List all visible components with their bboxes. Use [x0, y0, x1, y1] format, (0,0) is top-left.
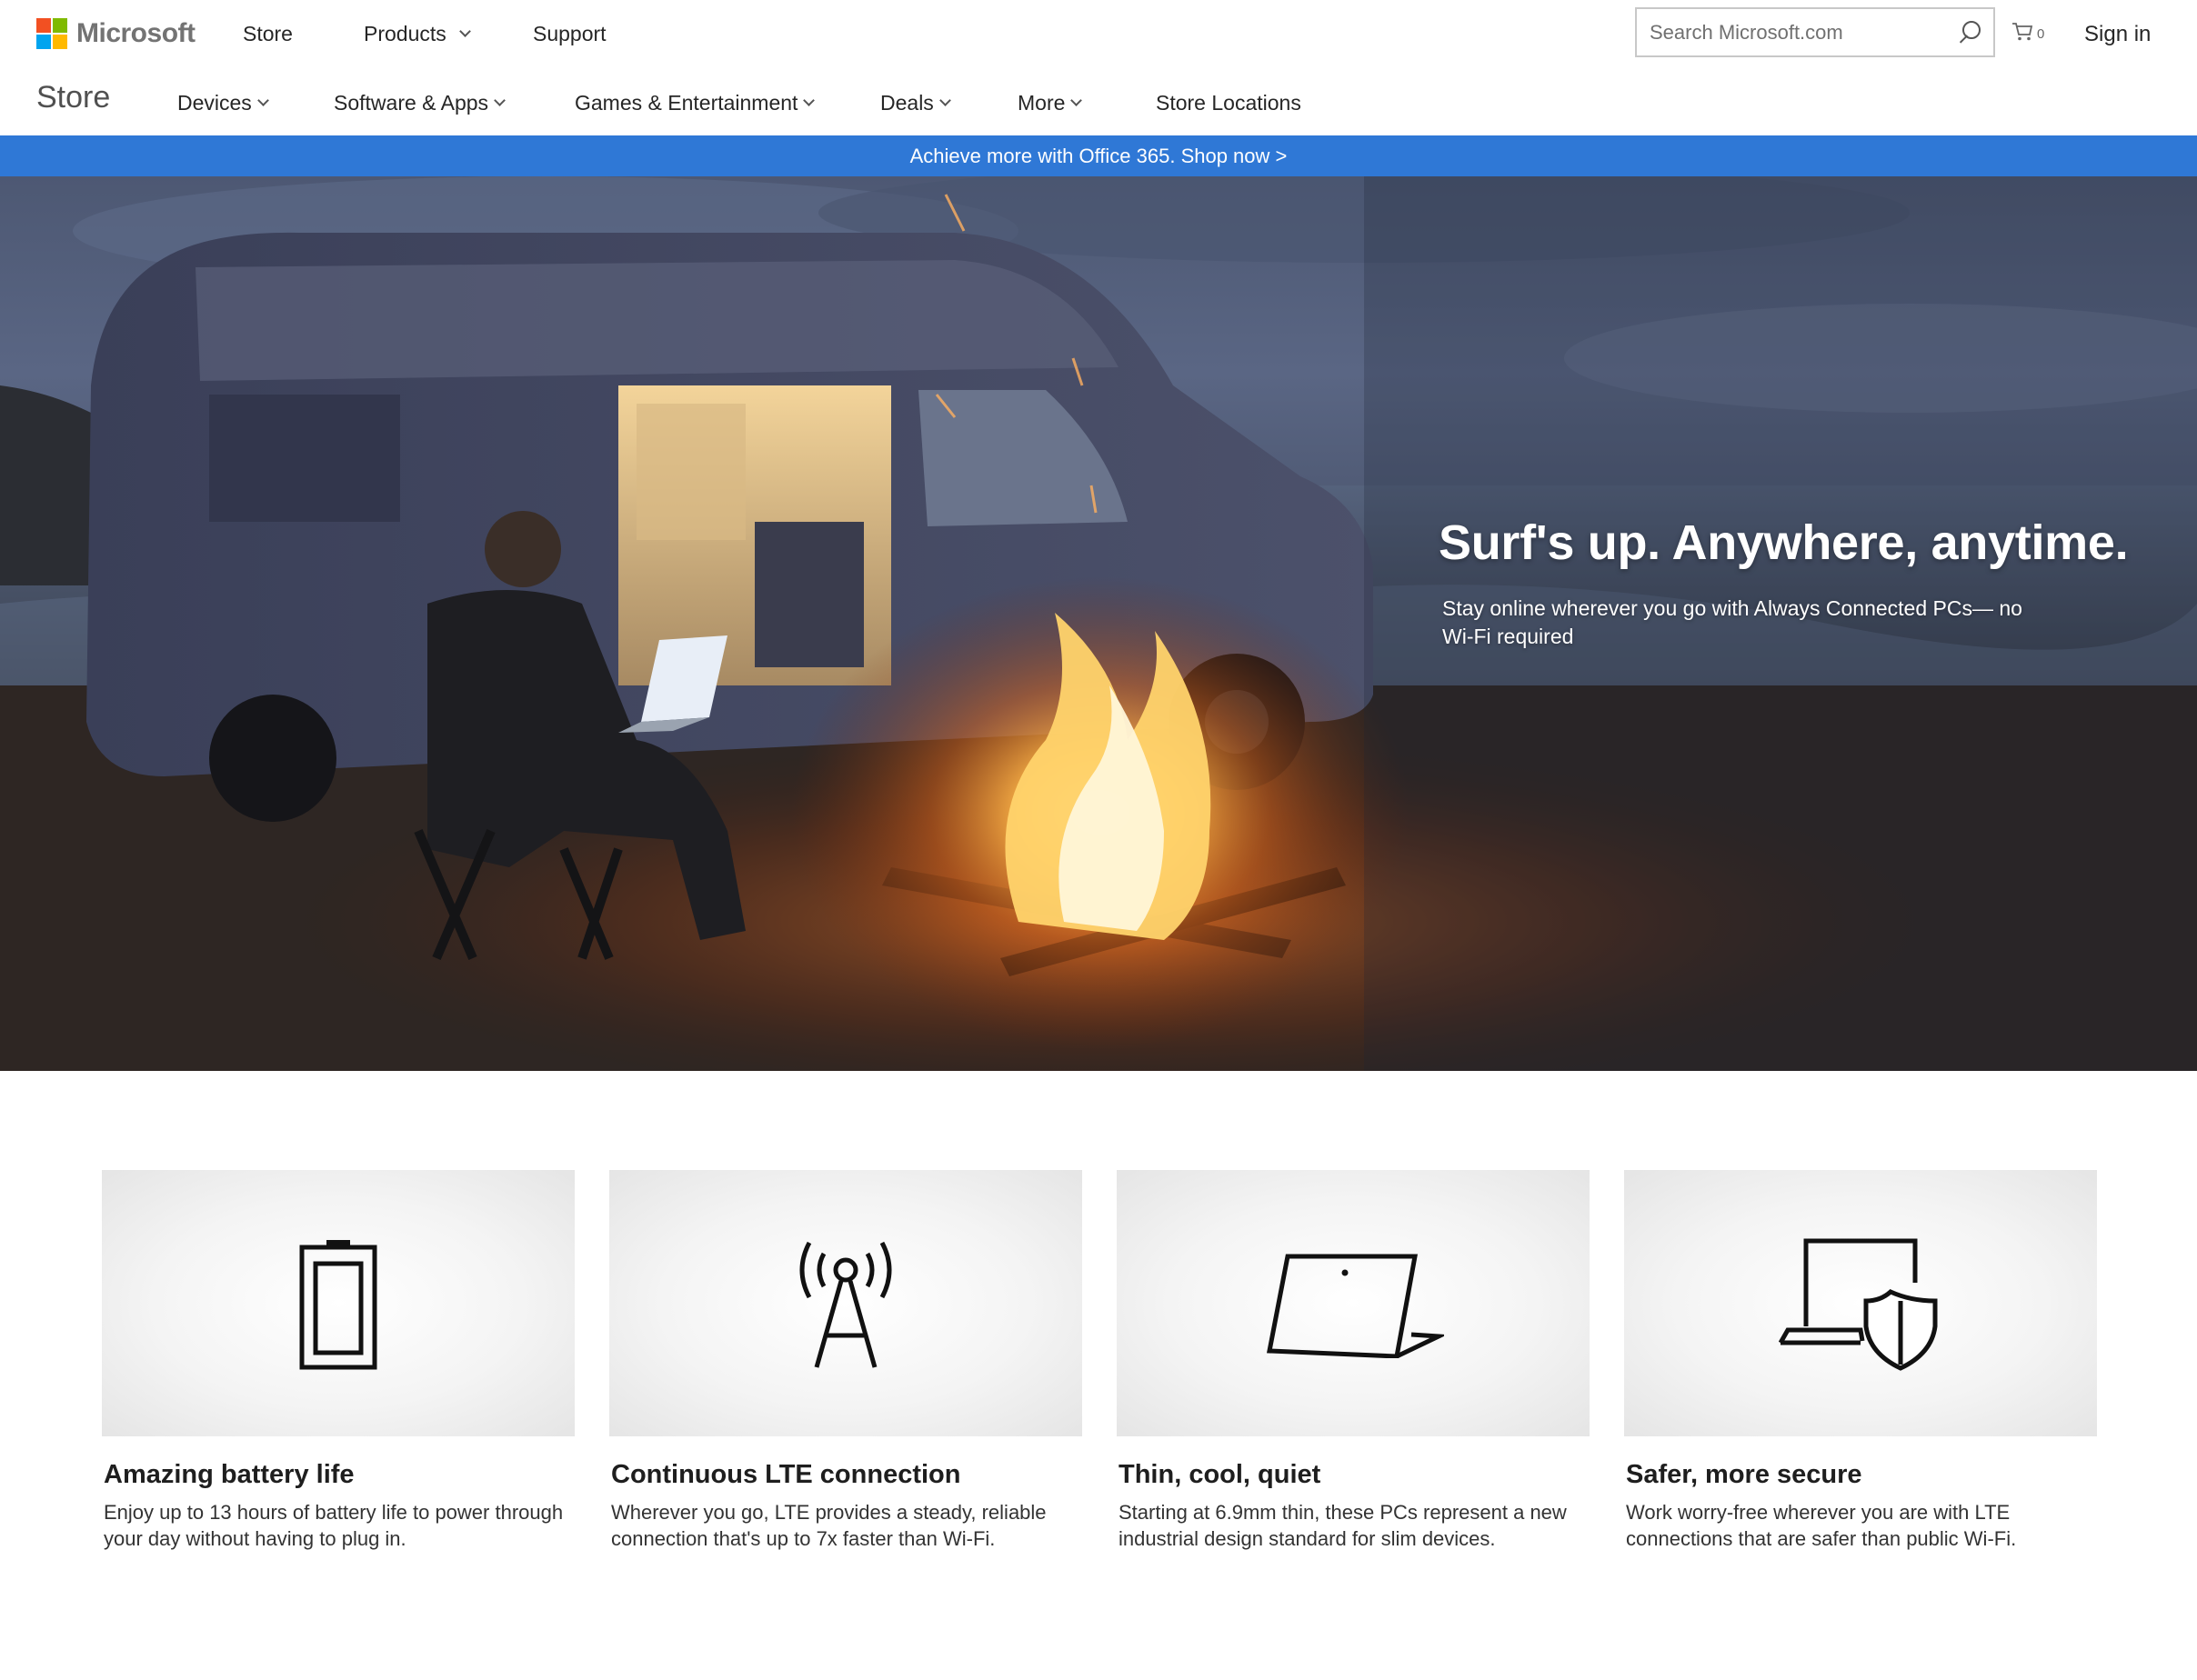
nav-support[interactable]: Support [533, 20, 607, 47]
lte-tower-icon [799, 1241, 892, 1368]
hero-headline: Surf's up. Anywhere, anytime. [1439, 515, 2129, 570]
feature-description: Wherever you go, LTE provides a steady, … [611, 1501, 1047, 1550]
store-nav-more[interactable]: More [1018, 89, 1083, 116]
feature-title: Thin, cool, quiet [1119, 1460, 1321, 1489]
feature-description: Starting at 6.9mm thin, these PCs repres… [1119, 1501, 1567, 1550]
nav-support-label: Support [533, 21, 607, 45]
brand-name: Microsoft [76, 18, 196, 48]
cart-count: 0 [2037, 26, 2045, 42]
store-nav-devices[interactable]: Devices [177, 89, 269, 116]
hero-subtext: Stay online wherever you go with Always … [1442, 596, 2022, 648]
search-input[interactable] [1650, 20, 1957, 45]
chevron-down-icon [938, 94, 951, 106]
cart-button[interactable]: 0 [2011, 22, 2044, 42]
nav-store[interactable]: Store [243, 20, 293, 47]
feature-tile [1117, 1170, 1590, 1436]
store-nav-store-locations-label: Store Locations [1156, 90, 1301, 115]
microsoft-logo[interactable]: Microsoft [36, 16, 196, 51]
store-nav-games-label: Games & Entertainment [575, 90, 798, 115]
battery-icon [299, 1239, 377, 1369]
store-title[interactable]: Store [36, 80, 110, 115]
feature-tile [609, 1170, 1082, 1436]
store-nav-deals-label: Deals [880, 90, 934, 115]
store-nav-software-apps-label: Software & Apps [334, 90, 489, 115]
feature-tile [102, 1170, 575, 1436]
global-header: Microsoft Store Products Support 0 Sign … [0, 0, 2197, 67]
store-nav-devices-label: Devices [177, 90, 252, 115]
store-nav-games-entertainment[interactable]: Games & Entertainment [575, 89, 816, 116]
store-nav-software-apps[interactable]: Software & Apps [334, 89, 506, 116]
cart-icon [2012, 23, 2033, 41]
feature-card-secure: Safer, more secure Work worry-free where… [1624, 1170, 2097, 1552]
microsoft-logo-icon [36, 18, 67, 49]
store-nav-store-locations[interactable]: Store Locations [1156, 89, 1301, 116]
nav-products[interactable]: Products [364, 20, 471, 47]
search-icon[interactable] [1957, 20, 1981, 45]
feature-title: Safer, more secure [1626, 1460, 1862, 1489]
sign-in-link[interactable]: Sign in [2084, 22, 2151, 47]
chevron-down-icon [1070, 94, 1083, 106]
chevron-down-icon [494, 94, 506, 106]
nav-products-label: Products [364, 21, 446, 45]
feature-description: Enjoy up to 13 hours of battery life to … [104, 1501, 564, 1550]
feature-card-battery: Amazing battery life Enjoy up to 13 hour… [102, 1170, 575, 1552]
feature-tile [1624, 1170, 2097, 1436]
hero-banner[interactable]: Surf's up. Anywhere, anytime. Stay onlin… [0, 176, 2197, 1071]
promo-banner[interactable]: Achieve more with Office 365. Shop now > [0, 135, 2197, 176]
laptop-shield-icon [1779, 1238, 1938, 1371]
search-box [1635, 7, 1995, 57]
store-nav: Store Devices Software & Apps Games & En… [0, 67, 2197, 135]
chevron-down-icon [803, 94, 816, 106]
feature-title: Amazing battery life [104, 1460, 355, 1489]
chevron-down-icon [256, 94, 269, 106]
nav-store-label: Store [243, 21, 293, 45]
feature-card-lte: Continuous LTE connection Wherever you g… [609, 1170, 1082, 1552]
laptop-icon [1266, 1254, 1444, 1358]
feature-description: Work worry-free wherever you are with LT… [1626, 1501, 2017, 1550]
feature-title: Continuous LTE connection [611, 1460, 961, 1489]
store-nav-deals[interactable]: Deals [880, 89, 951, 116]
store-nav-more-label: More [1018, 90, 1066, 115]
feature-card-thin: Thin, cool, quiet Starting at 6.9mm thin… [1117, 1170, 1590, 1552]
chevron-down-icon [458, 25, 471, 37]
